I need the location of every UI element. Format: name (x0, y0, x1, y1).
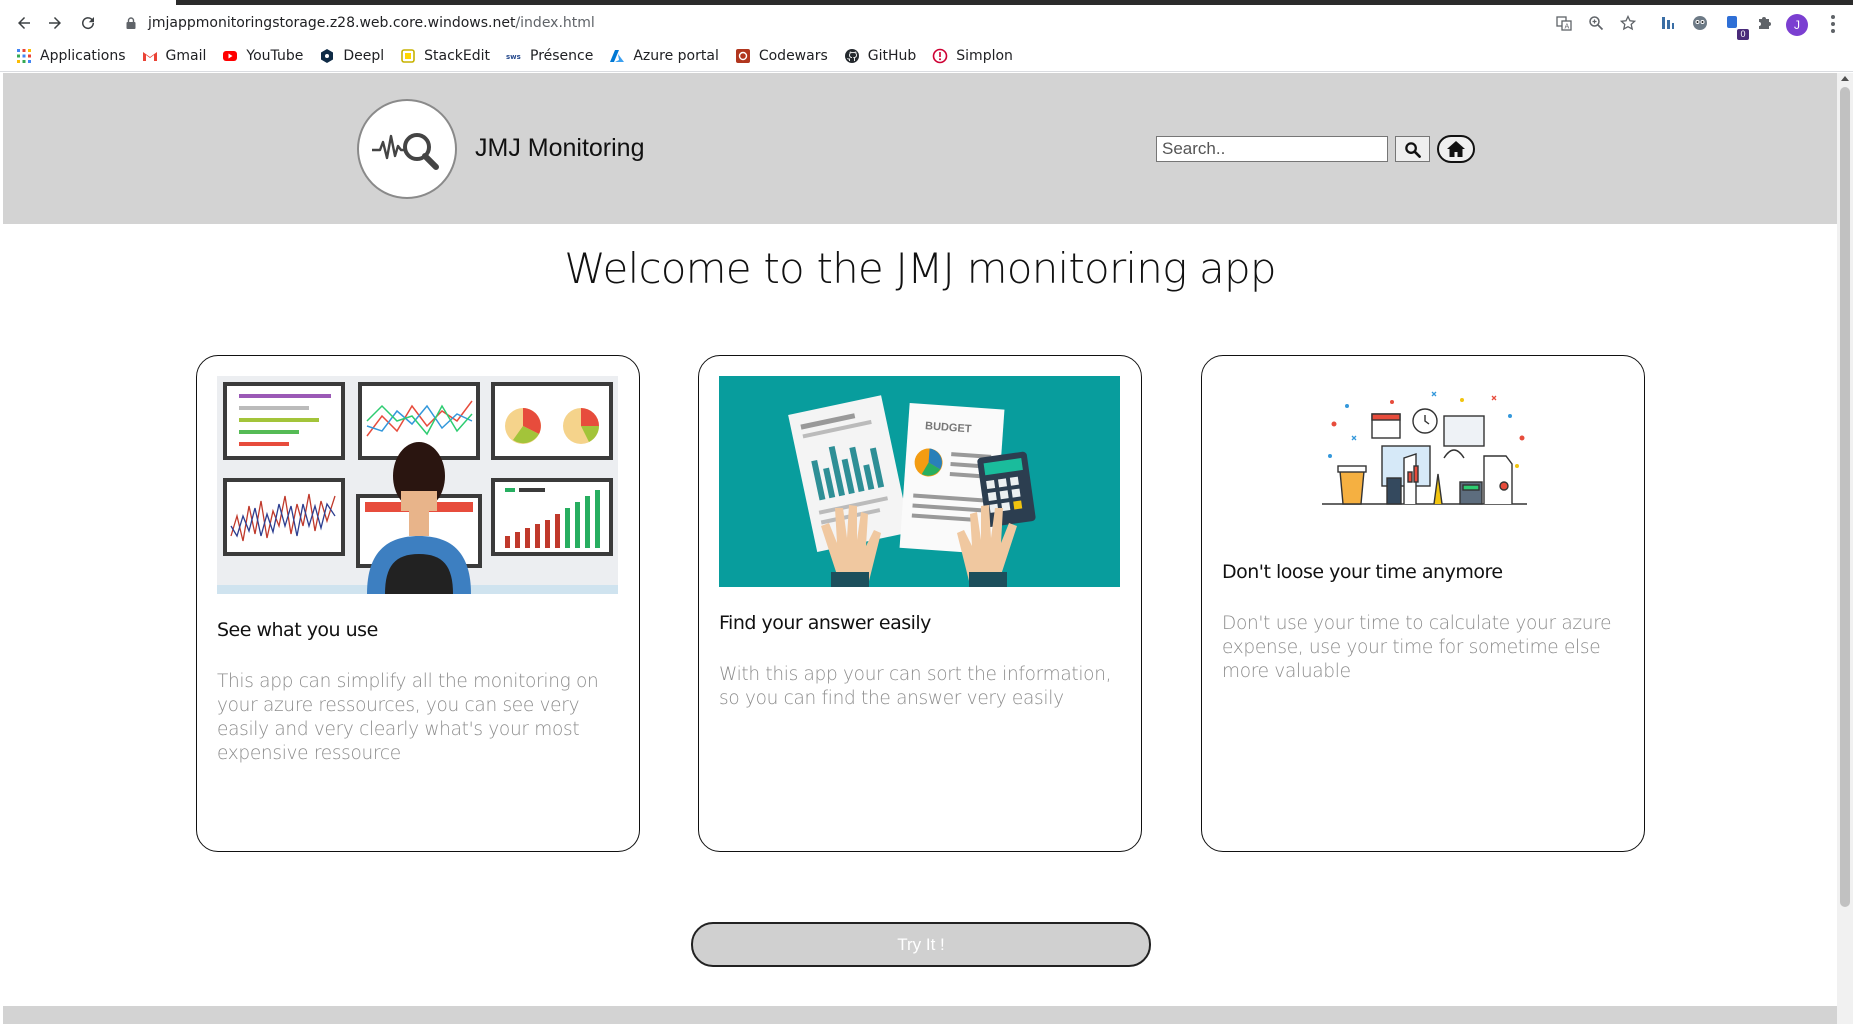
brand-name: JMJ Monitoring (475, 134, 645, 162)
page-viewport: JMJ Monitoring Welcome to the JMJ monito… (3, 73, 1837, 1024)
bookmark-github[interactable]: GitHub (844, 47, 917, 64)
reload-button[interactable] (76, 11, 100, 35)
scrollbar-thumb[interactable] (1840, 87, 1850, 907)
feature-card-search: BUDGET Find your answer easily With this… (698, 355, 1142, 852)
bookmark-label: YouTube (246, 47, 304, 64)
stackedit-icon (400, 48, 416, 64)
try-it-button[interactable]: Try It ! (691, 922, 1151, 967)
site-logo[interactable] (357, 99, 457, 199)
search-input[interactable] (1156, 136, 1388, 162)
bookmark-applications[interactable]: Applications (16, 48, 126, 64)
search-icon (1405, 141, 1421, 158)
site-header: JMJ Monitoring (3, 73, 1837, 224)
card-description: This app can simplify all the monitoring… (217, 671, 599, 764)
bookmark-youtube[interactable]: YouTube (222, 48, 303, 64)
extension-badge-count: 0 (1737, 29, 1749, 40)
forward-button[interactable] (43, 11, 67, 35)
gmail-icon (142, 48, 158, 64)
card-description: Don't use your time to calculate your az… (1222, 613, 1612, 682)
extensions-button[interactable] (1755, 14, 1773, 32)
bookmark-codewars[interactable]: Codewars (735, 48, 828, 64)
browser-menu-button[interactable] (1830, 15, 1836, 33)
youtube-icon (222, 48, 238, 64)
scroll-up-arrow-icon[interactable] (1841, 76, 1849, 81)
back-button[interactable] (12, 11, 36, 35)
page-scrollbar[interactable] (1837, 73, 1853, 1024)
bookmark-label: Codewars (758, 47, 828, 64)
owl-extension-icon (1693, 16, 1707, 30)
bookmark-label: Simplon (956, 47, 1013, 64)
menu-dot (1831, 29, 1835, 33)
extension-2[interactable] (1691, 14, 1709, 32)
zoom-icon (1589, 16, 1604, 31)
lock-icon (126, 17, 136, 29)
bookmark-stackedit[interactable]: StackEdit (400, 48, 490, 64)
svg-text:sws: sws (506, 53, 521, 61)
arrow-left-icon (18, 17, 30, 29)
url-host: jmjappmonitoringstorage.z28.web.core.win… (148, 15, 516, 31)
footer (3, 1006, 1837, 1024)
menu-dot (1831, 15, 1835, 19)
translate-icon: A (1556, 16, 1572, 31)
card-title: Don't loose your time anymore (1222, 561, 1503, 583)
card-title: See what you use (217, 619, 378, 641)
card-description: With this app your can sort the informat… (719, 664, 1112, 709)
bookmark-simplon[interactable]: Simplon (932, 48, 1013, 64)
deepl-icon (319, 48, 335, 64)
zoom-button[interactable] (1587, 14, 1605, 32)
address-bar[interactable]: jmjappmonitoringstorage.z28.web.core.win… (118, 9, 595, 37)
bookmark-label: Gmail (165, 47, 207, 64)
svg-text:A: A (1565, 23, 1570, 31)
bookmarks-bar: Applications Gmail YouTube Deepl StackEd… (0, 40, 1853, 72)
feature-card-time: Don't loose your time anymore Don't use … (1201, 355, 1645, 852)
github-icon (844, 48, 860, 64)
bookmark-star-button[interactable] (1619, 14, 1637, 32)
bookmark-presence[interactable]: sws Présence (506, 48, 593, 64)
feature-card-monitoring: See what you use This app can simplify a… (196, 355, 640, 852)
bookmark-label: GitHub (867, 47, 917, 64)
bookmark-label: Applications (40, 47, 126, 64)
waveform-magnifier-icon (372, 133, 439, 170)
star-icon (1620, 15, 1636, 31)
arrow-right-icon (49, 17, 61, 29)
bookmark-label: Deepl (343, 47, 385, 64)
budget-documents-illustration: BUDGET (719, 376, 1120, 587)
reload-icon (82, 17, 95, 30)
page-title: Welcome to the JMJ monitoring app (564, 244, 1276, 293)
dashboard-monitoring-illustration (217, 376, 618, 594)
translate-button[interactable]: A (1555, 14, 1573, 32)
bookmark-label: Azure portal (633, 47, 719, 64)
search-button[interactable] (1395, 136, 1430, 162)
profile-avatar[interactable]: J (1786, 14, 1808, 36)
menu-dot (1831, 22, 1835, 26)
apps-grid-icon (16, 48, 32, 64)
office-tools-illustration (1322, 391, 1527, 505)
bars-extension-icon (1662, 17, 1674, 29)
home-button[interactable] (1437, 135, 1475, 163)
puzzle-icon (1759, 17, 1771, 29)
home-icon (1447, 141, 1465, 157)
extension-1[interactable] (1659, 14, 1677, 32)
bookmark-label: Présence (530, 47, 594, 64)
bookmark-deepl[interactable]: Deepl (319, 48, 384, 64)
azure-icon (609, 48, 625, 64)
presence-icon: sws (506, 48, 522, 64)
bookmark-azure-portal[interactable]: Azure portal (609, 47, 719, 64)
simplon-icon (932, 48, 948, 64)
codewars-icon (735, 48, 751, 64)
card-title: Find your answer easily (719, 612, 931, 634)
browser-toolbar: jmjappmonitoringstorage.z28.web.core.win… (0, 5, 1853, 40)
url-path: /index.html (515, 15, 595, 31)
bookmark-label: StackEdit (424, 47, 490, 64)
bookmark-gmail[interactable]: Gmail (142, 47, 207, 64)
